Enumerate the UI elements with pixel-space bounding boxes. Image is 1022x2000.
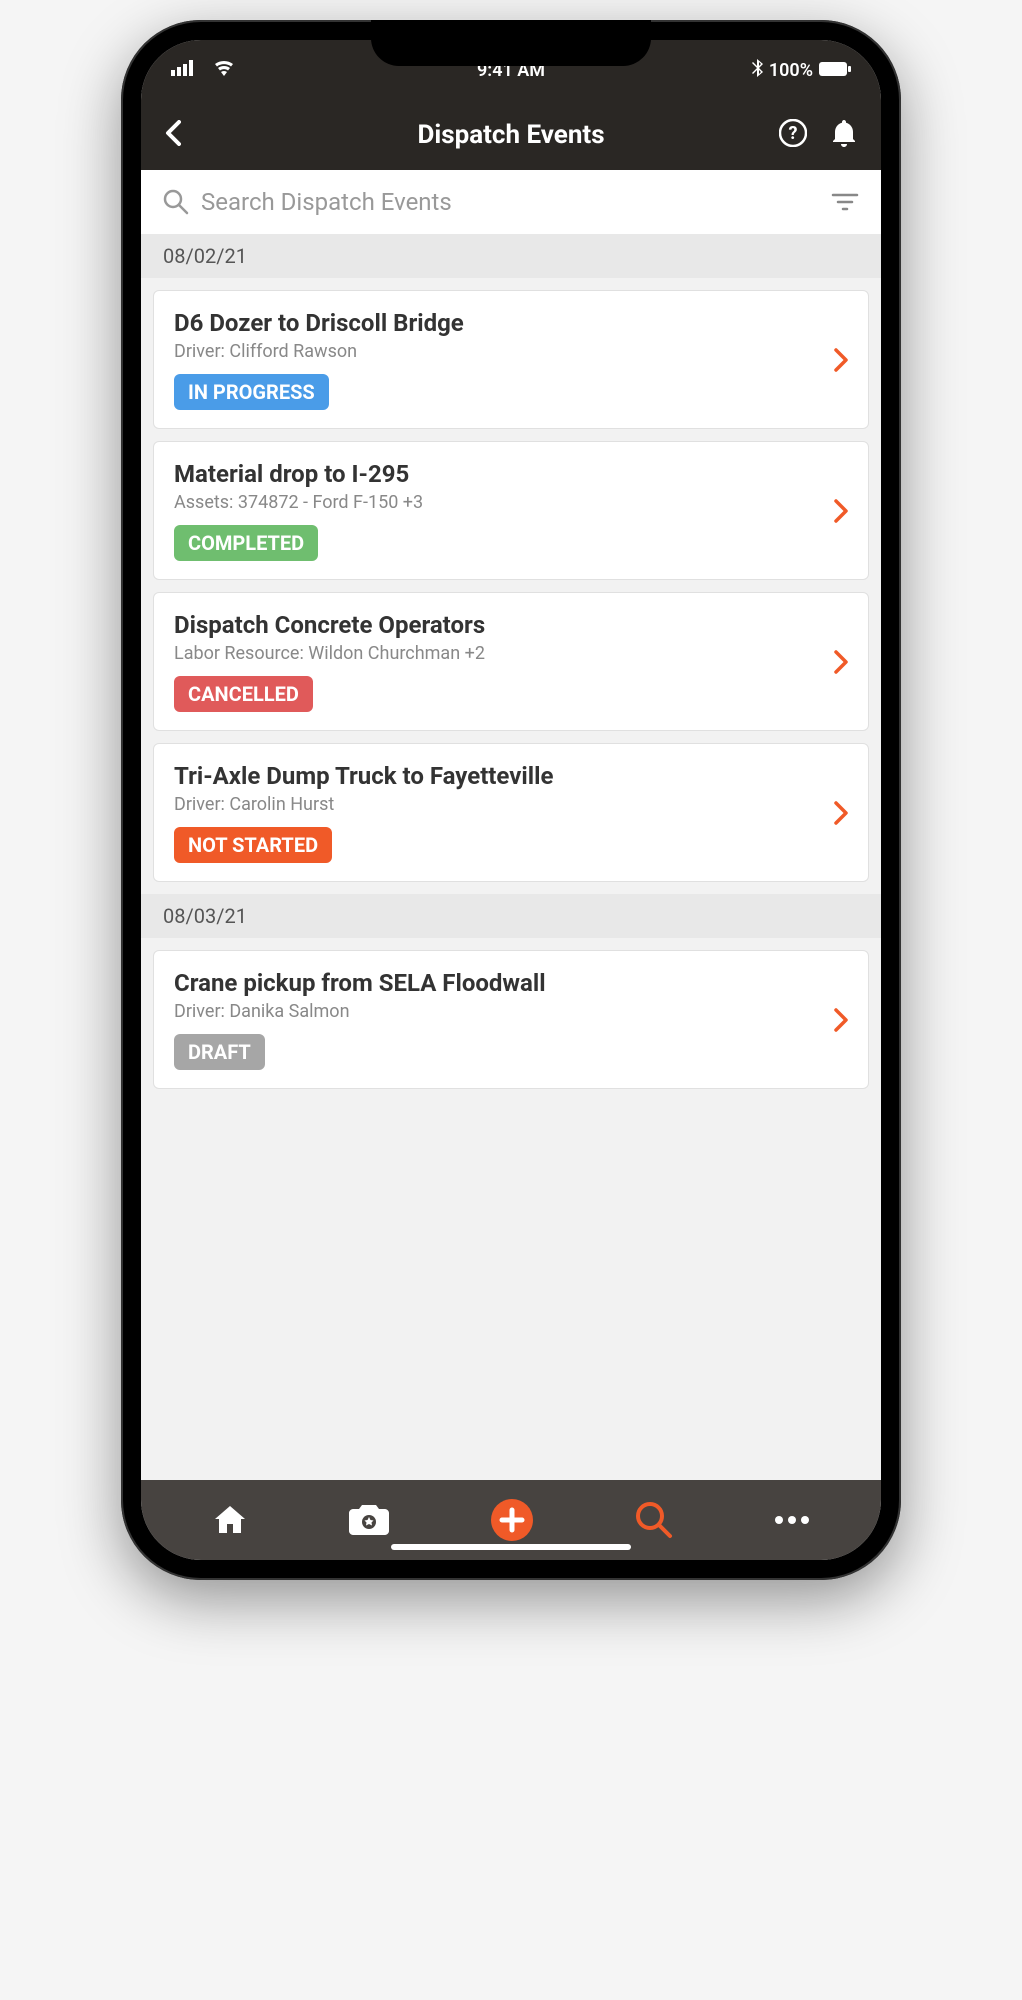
event-list-container[interactable]: 08/02/21 D6 Dozer to Driscoll Bridge Drive… (141, 234, 881, 1480)
search-bar[interactable]: Search Dispatch Events (141, 170, 881, 234)
event-content: Dispatch Concrete Operators Labor Resourc… (174, 611, 834, 712)
event-title: Material drop to I-295 (174, 460, 834, 488)
status-right: 100% (751, 59, 851, 82)
battery-icon (819, 60, 851, 81)
chevron-right-icon (834, 1008, 848, 1032)
event-subtitle: Driver: Danika Salmon (174, 1001, 834, 1022)
chevron-right-icon (834, 801, 848, 825)
date-header: 08/02/21 (141, 234, 881, 278)
event-subtitle: Assets: 374872 - Ford F-150 +3 (174, 492, 834, 513)
search-input[interactable]: Search Dispatch Events (201, 188, 819, 216)
wifi-icon (213, 60, 235, 81)
event-list: Crane pickup from SELA Floodwall Driver: … (141, 938, 881, 1101)
event-card[interactable]: D6 Dozer to Driscoll Bridge Driver: Cliff… (153, 290, 869, 429)
battery-percent: 100% (769, 60, 813, 81)
bluetooth-icon (751, 59, 763, 82)
status-badge: COMPLETED (174, 525, 318, 561)
event-card[interactable]: Crane pickup from SELA Floodwall Driver: … (153, 950, 869, 1089)
nav-add-button[interactable] (491, 1499, 533, 1541)
phone-notch (371, 20, 651, 66)
event-subtitle: Driver: Carolin Hurst (174, 794, 834, 815)
event-subtitle: Driver: Clifford Rawson (174, 341, 834, 362)
signal-icon (171, 60, 193, 81)
search-icon (163, 189, 189, 215)
status-left (171, 60, 235, 81)
phone-frame: 9:41 AM 100% Dispatch Events ? (121, 20, 901, 1580)
svg-text:?: ? (789, 123, 798, 144)
event-list: D6 Dozer to Driscoll Bridge Driver: Cliff… (141, 278, 881, 894)
event-content: Tri-Axle Dump Truck to Fayetteville Drive… (174, 762, 834, 863)
nav-more-button[interactable] (774, 1515, 810, 1525)
event-subtitle: Labor Resource: Wildon Churchman +2 (174, 643, 834, 664)
status-badge: DRAFT (174, 1034, 265, 1070)
back-button[interactable] (165, 120, 181, 150)
status-badge: IN PROGRESS (174, 374, 329, 410)
status-badge: CANCELLED (174, 676, 313, 712)
event-title: Tri-Axle Dump Truck to Fayetteville (174, 762, 834, 790)
event-content: Crane pickup from SELA Floodwall Driver: … (174, 969, 834, 1070)
event-title: D6 Dozer to Driscoll Bridge (174, 309, 834, 337)
status-badge: NOT STARTED (174, 827, 332, 863)
event-content: D6 Dozer to Driscoll Bridge Driver: Cliff… (174, 309, 834, 410)
event-card[interactable]: Tri-Axle Dump Truck to Fayetteville Drive… (153, 743, 869, 882)
nav-search-button[interactable] (635, 1501, 673, 1539)
notifications-button[interactable] (831, 119, 857, 151)
home-indicator[interactable] (391, 1544, 631, 1550)
filter-button[interactable] (831, 192, 859, 212)
event-content: Material drop to I-295 Assets: 374872 - F… (174, 460, 834, 561)
event-card[interactable]: Material drop to I-295 Assets: 374872 - F… (153, 441, 869, 580)
event-title: Dispatch Concrete Operators (174, 611, 834, 639)
chevron-right-icon (834, 499, 848, 523)
event-card[interactable]: Dispatch Concrete Operators Labor Resourc… (153, 592, 869, 731)
app-header: Dispatch Events ? (141, 100, 881, 170)
nav-home-button[interactable] (212, 1502, 248, 1538)
phone-screen: 9:41 AM 100% Dispatch Events ? (141, 40, 881, 1560)
date-header: 08/03/21 (141, 894, 881, 938)
page-title: Dispatch Events (417, 120, 604, 150)
chevron-right-icon (834, 348, 848, 372)
chevron-right-icon (834, 650, 848, 674)
nav-camera-button[interactable] (349, 1503, 389, 1537)
help-button[interactable]: ? (779, 119, 807, 151)
search-placeholder: Search Dispatch Events (201, 188, 452, 216)
event-title: Crane pickup from SELA Floodwall (174, 969, 834, 997)
